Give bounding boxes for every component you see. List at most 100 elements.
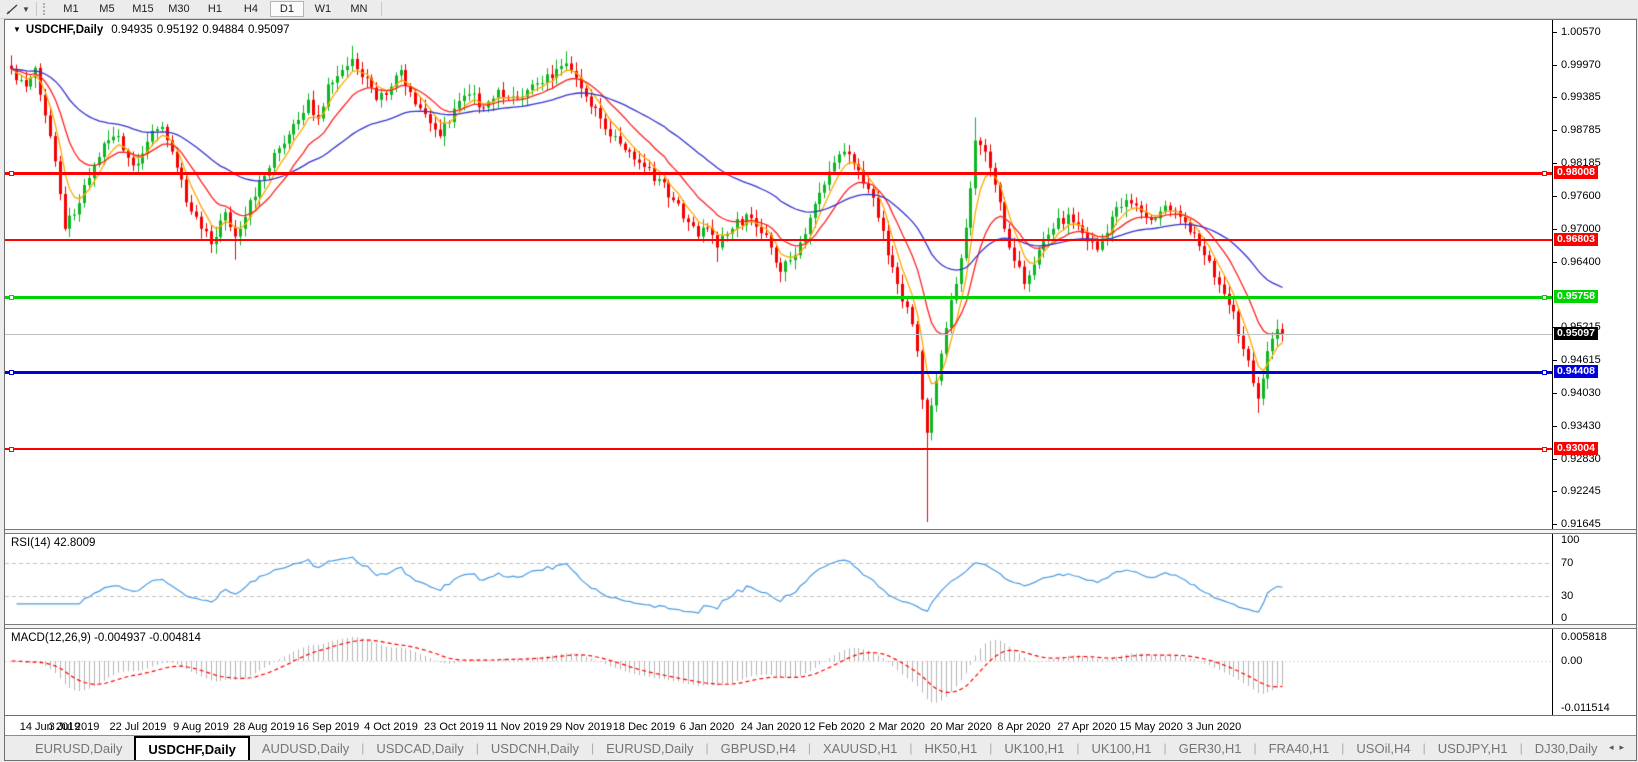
horizontal-level-0.94408-handle[interactable]: [9, 370, 14, 375]
chart-tab-usdcad-daily[interactable]: USDCAD,Daily: [364, 736, 475, 760]
price-tick-mark: [1553, 459, 1557, 460]
price-tick-mark: [1553, 262, 1557, 263]
timeframe-button-w1[interactable]: W1: [306, 1, 340, 17]
horizontal-level-0.98008-handle[interactable]: [1542, 171, 1547, 176]
price-tick-label: 0.99970: [1561, 59, 1601, 71]
horizontal-level-0.95758[interactable]: [5, 296, 1552, 299]
toolbar-grip[interactable]: [42, 3, 48, 15]
price-tick-label: 0.92245: [1561, 485, 1601, 497]
horizontal-level-0.95758-handle[interactable]: [9, 295, 14, 300]
price-tick-mark: [1553, 524, 1557, 525]
horizontal-level-0.93004[interactable]: [5, 448, 1552, 450]
price-tick-label: 0.98785: [1561, 124, 1601, 136]
price-tick-mark: [1553, 426, 1557, 427]
timeframe-toolbar: ▼ M1 M5 M15 M30 H1 H4 D1 W1 MN: [0, 0, 1638, 19]
toolbar-separator: [35, 2, 37, 16]
tab-scroll-left-icon[interactable]: ◂: [1609, 742, 1620, 752]
chart-tab-uk100-h1[interactable]: UK100,H1: [1079, 736, 1163, 760]
macd-tick-label: -0.011514: [1561, 702, 1610, 714]
timeframe-button-m1[interactable]: M1: [54, 1, 88, 17]
macd-canvas[interactable]: [5, 629, 1552, 715]
price-tick-mark: [1553, 229, 1557, 230]
chart-tab-gbpusd-h4[interactable]: GBPUSD,H4: [709, 736, 808, 760]
macd-signal-value: -0.004814: [149, 632, 201, 644]
price-badge-0.93004: 0.93004: [1554, 442, 1598, 455]
horizontal-level-0.96803[interactable]: [5, 239, 1552, 241]
tab-scroll-arrows: ◂▸: [1609, 742, 1630, 753]
timeframe-button-d1[interactable]: D1: [269, 1, 304, 17]
rsi-name: RSI(14): [11, 537, 51, 549]
price-tick-label: 0.96400: [1561, 256, 1601, 268]
price-tick-mark: [1553, 32, 1557, 33]
chart-tab-usdchf-daily[interactable]: USDCHF,Daily: [134, 736, 250, 760]
trendline-icon: [6, 3, 18, 15]
dropdown-caret-icon: ▼: [22, 4, 30, 14]
timeframe-button-h1[interactable]: H1: [198, 1, 232, 17]
price-tick-mark: [1553, 65, 1557, 66]
ohlc-open: 0.94935: [111, 24, 153, 36]
chart-tab-dj30-daily[interactable]: DJ30,Daily: [1523, 736, 1610, 760]
macd-panel: MACD(12,26,9) -0.004937 -0.004814 0.0058…: [5, 629, 1636, 715]
horizontal-level-0.93004-handle[interactable]: [1542, 447, 1547, 452]
price-tick-mark: [1553, 196, 1557, 197]
price-tick-mark: [1553, 360, 1557, 361]
horizontal-level-0.94408[interactable]: [5, 371, 1552, 374]
price-tick-mark: [1553, 130, 1557, 131]
timeframe-button-m5[interactable]: M5: [90, 1, 124, 17]
line-studies-tool-button[interactable]: ▼: [3, 3, 32, 16]
rsi-tick-label: 30: [1561, 590, 1574, 602]
horizontal-level-0.98008[interactable]: [5, 172, 1552, 175]
price-tick-mark: [1553, 163, 1557, 164]
price-tick-label: 0.99385: [1561, 91, 1601, 103]
chart-tab-xauusd-h1[interactable]: XAUUSD,H1: [811, 736, 909, 760]
chart-tab-usoil-h4[interactable]: USOil,H4: [1344, 736, 1422, 760]
price-badge-0.96803: 0.96803: [1554, 233, 1598, 246]
price-tick-mark: [1553, 491, 1557, 492]
price-badge-0.95758: 0.95758: [1554, 290, 1598, 303]
horizontal-level-0.95758-handle[interactable]: [1542, 295, 1547, 300]
rsi-tick-label: 100: [1561, 534, 1580, 546]
timeframe-button-mn[interactable]: MN: [342, 1, 376, 17]
price-tick-label: 0.97600: [1561, 190, 1601, 202]
macd-axis: 0.005818 0.00 -0.011514: [1553, 629, 1636, 715]
chart-tab-ger30-h1[interactable]: GER30,H1: [1167, 736, 1254, 760]
price-tick-label: 0.94030: [1561, 387, 1601, 399]
chart-tab-fra40-h1[interactable]: FRA40,H1: [1257, 736, 1342, 760]
macd-main-value: -0.004937: [94, 632, 146, 644]
rsi-panel: RSI(14) 42.8009 100 70 30 0: [5, 534, 1636, 624]
chart-tab-usdjpy-h1[interactable]: USDJPY,H1: [1426, 736, 1520, 760]
mt4-terminal: ▼ M1 M5 M15 M30 H1 H4 D1 W1 MN ▼ USDCHF,Daily 0.94…: [0, 0, 1638, 762]
rsi-axis: 100 70 30 0: [1553, 534, 1636, 624]
timeframe-button-m30[interactable]: M30: [162, 1, 196, 17]
price-tick-mark: [1553, 393, 1557, 394]
hline-overlay: [5, 20, 1636, 529]
collapse-triangle-icon[interactable]: ▼: [13, 25, 21, 34]
macd-label: MACD(12,26,9) -0.004937 -0.004814: [11, 632, 201, 644]
price-tick-label: 1.00570: [1561, 26, 1601, 38]
chart-tab-uk100-h1[interactable]: UK100,H1: [992, 736, 1076, 760]
chart-tab-hk50-h1[interactable]: HK50,H1: [912, 736, 989, 760]
current-price-line[interactable]: [5, 334, 1552, 335]
chart-symbol-label: USDCHF,Daily: [25, 24, 104, 36]
horizontal-level-0.93004-handle[interactable]: [9, 447, 14, 452]
chart-tab-usdcnh-daily[interactable]: USDCNH,Daily: [479, 736, 591, 760]
tab-scroll-right-icon[interactable]: ▸: [1619, 742, 1630, 752]
chart-tab-eurusd-daily[interactable]: EURUSD,Daily: [594, 736, 705, 760]
horizontal-level-0.94408-handle[interactable]: [1542, 370, 1547, 375]
timeframe-button-m15[interactable]: M15: [126, 1, 160, 17]
price-chart-panel: ▼ USDCHF,Daily 0.94935 0.95192 0.94884 0.9509…: [5, 20, 1636, 530]
rsi-canvas[interactable]: [5, 534, 1552, 624]
rsi-tick-label: 70: [1561, 557, 1574, 569]
chart-title: ▼ USDCHF,Daily 0.94935 0.95192 0.94884 0.9509…: [13, 24, 294, 36]
price-tick-label: 0.93430: [1561, 420, 1601, 432]
date-tick-label: 3 Jun 2020: [1186, 721, 1242, 733]
chart-tab-eurusd-daily[interactable]: EURUSD,Daily: [23, 736, 134, 760]
rsi-tick-label: 0: [1561, 612, 1568, 624]
macd-name: MACD(12,26,9): [11, 632, 91, 644]
chart-tab-audusd-daily[interactable]: AUDUSD,Daily: [250, 736, 361, 760]
chart-tab-bar: EURUSD,Daily USDCHF,Daily AUDUSD,Daily | USD…: [5, 735, 1636, 760]
ohlc-low: 0.94884: [202, 24, 244, 36]
timeframe-button-h4[interactable]: H4: [234, 1, 268, 17]
current-price-badge: 0.95097: [1554, 327, 1598, 340]
horizontal-level-0.98008-handle[interactable]: [9, 171, 14, 176]
